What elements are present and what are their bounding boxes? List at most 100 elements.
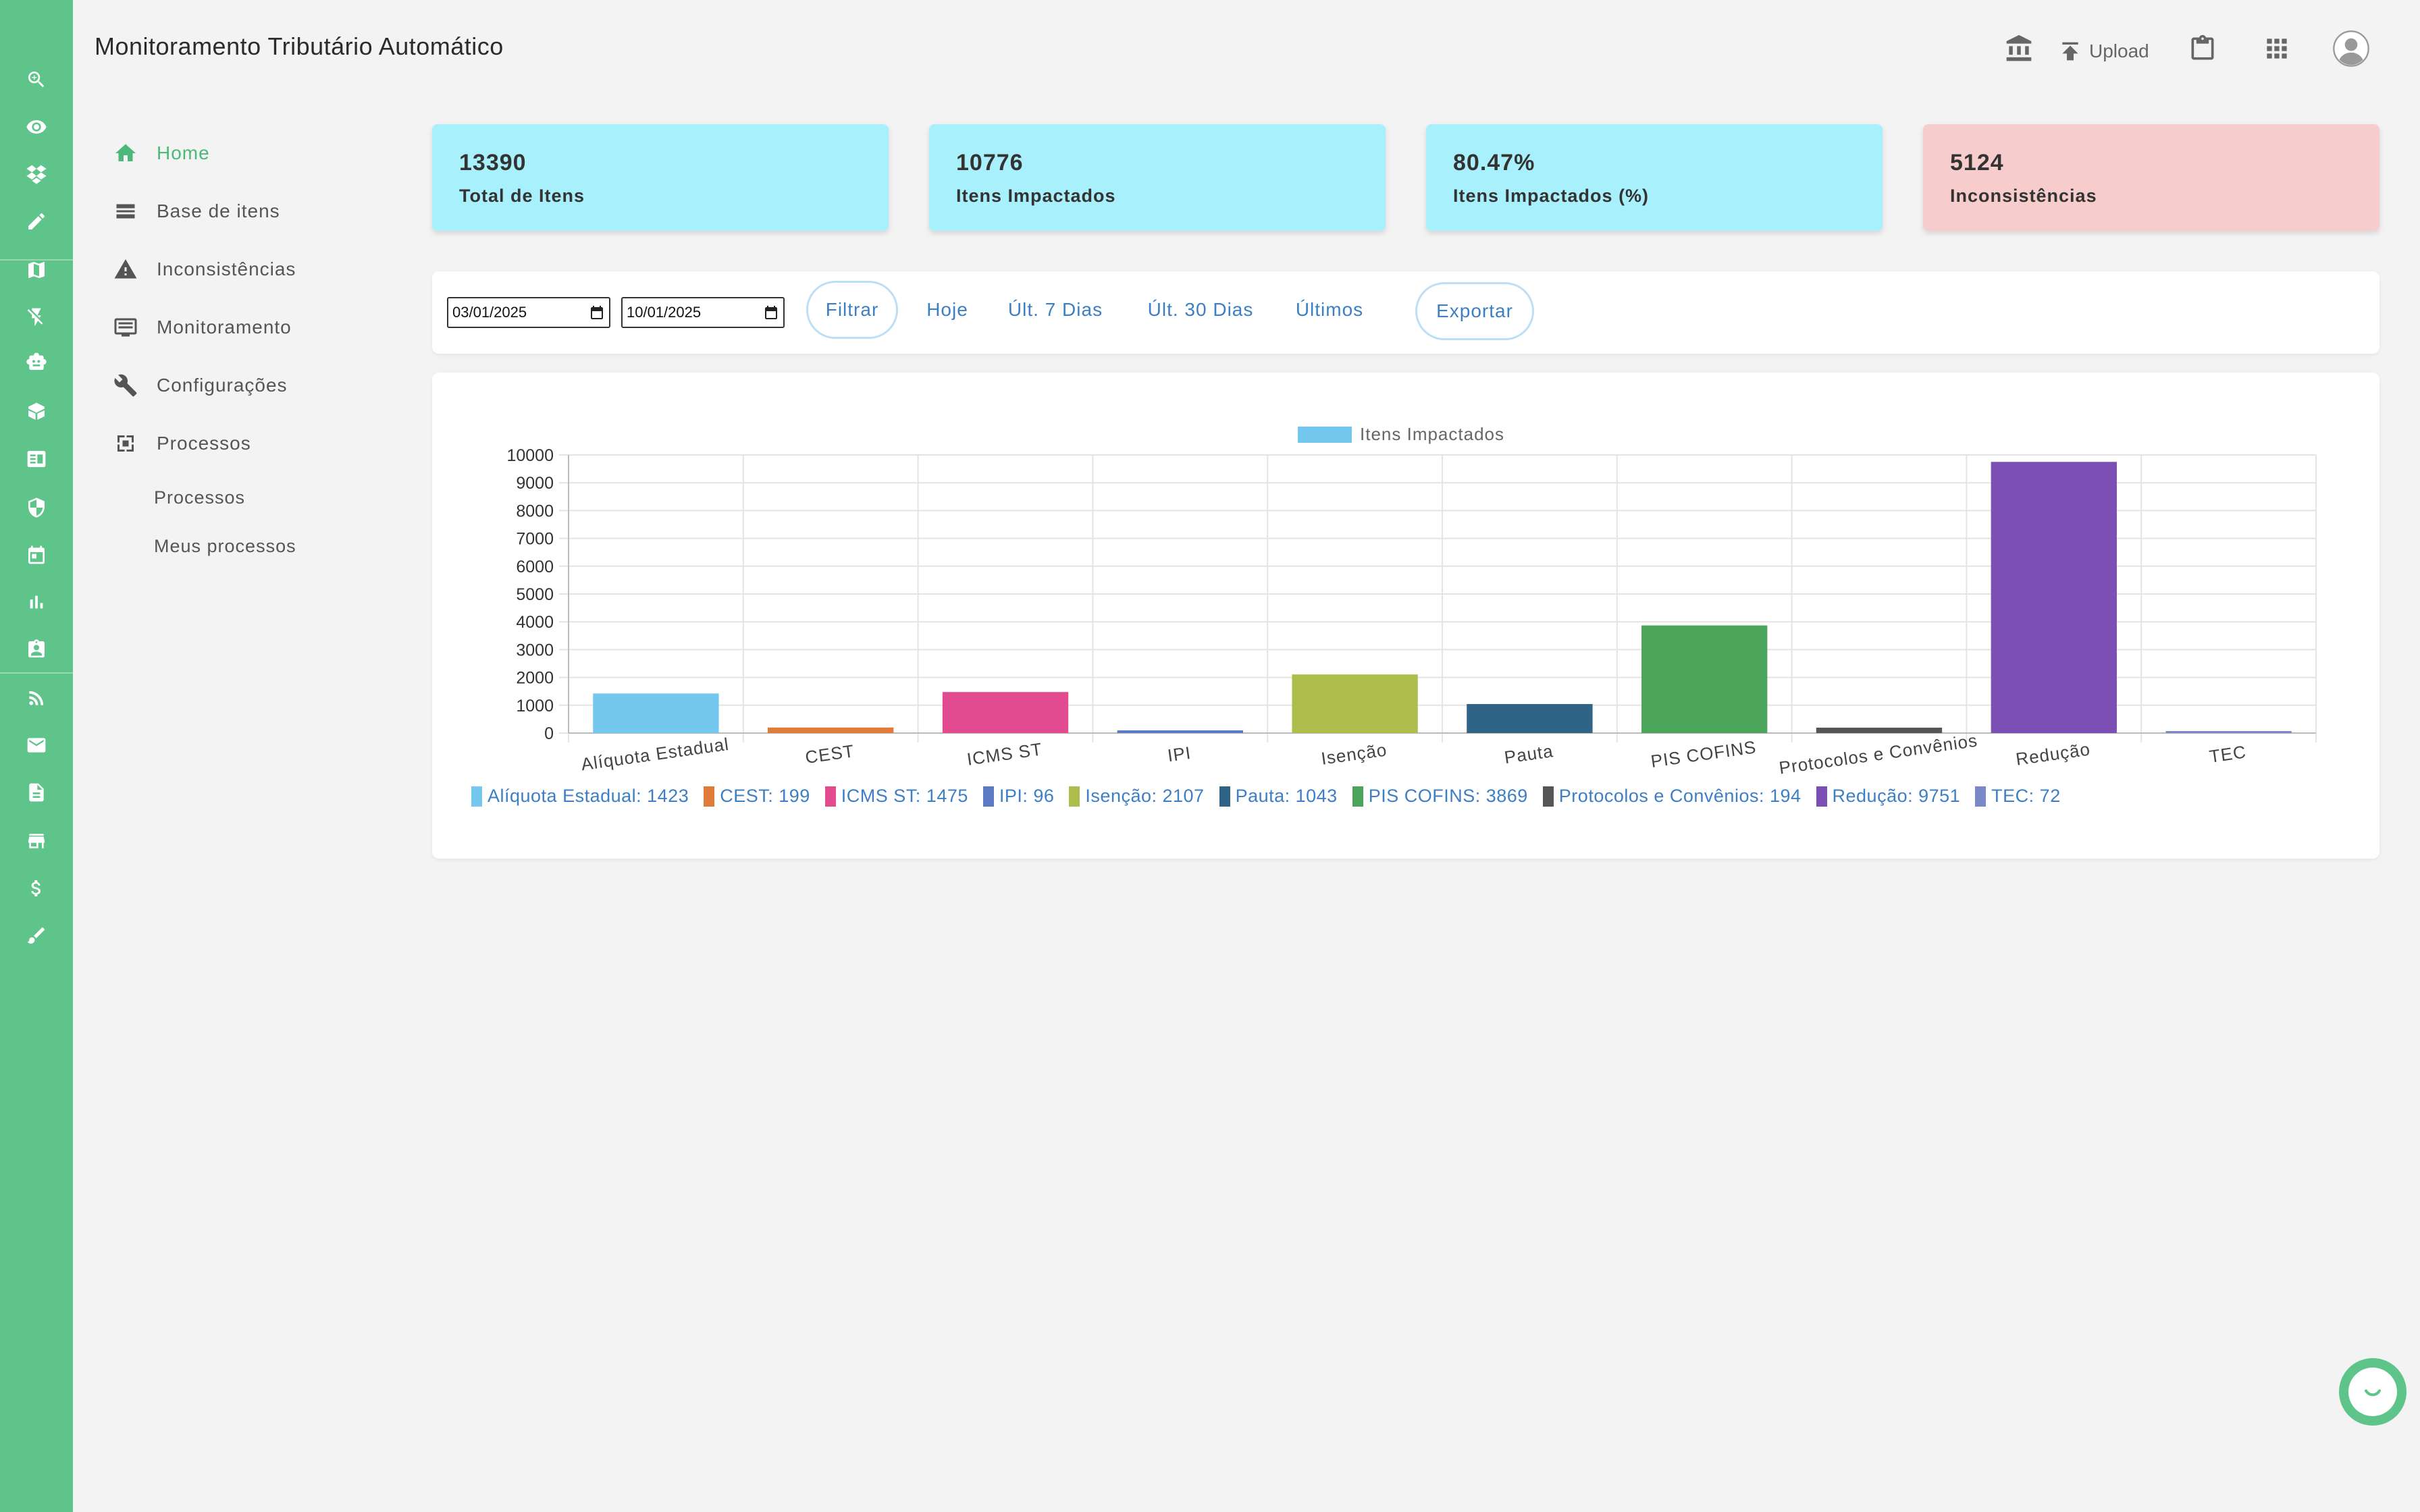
legend-swatch <box>1352 786 1363 807</box>
filter-bar: 03/01/2025 10/01/2025 Filtrar Hoje Últ. … <box>432 271 2379 354</box>
sidebar-item-inconsistencias[interactable]: Inconsistências <box>113 252 296 286</box>
shield-icon[interactable] <box>23 494 50 521</box>
last-button[interactable]: Últimos <box>1288 281 1371 339</box>
sidebar-subitem-meus-processos[interactable]: Meus processos <box>154 536 296 557</box>
icon-rail <box>0 0 73 1512</box>
card-label: Itens Impactados (%) <box>1453 186 1650 206</box>
card-label: Inconsistências <box>1950 186 2097 206</box>
y-tick-label: 1000 <box>516 697 554 716</box>
eye-icon[interactable] <box>23 113 50 140</box>
calendar-icon[interactable] <box>23 541 50 568</box>
badge-icon[interactable] <box>23 636 50 663</box>
dropbox-icon[interactable] <box>23 161 50 188</box>
end-date-value: 10/01/2025 <box>627 304 702 321</box>
rail-divider <box>0 259 73 261</box>
bank-icon[interactable] <box>2003 32 2035 65</box>
legend-text: Protocolos e Convênios: 194 <box>1558 786 1801 806</box>
rss-icon[interactable] <box>23 684 50 711</box>
upload-button[interactable]: Upload <box>2057 32 2149 70</box>
bottom-legend-item[interactable]: CEST: 199 <box>704 786 810 807</box>
bottom-legend-item[interactable]: Alíquota Estadual: 1423 <box>471 786 689 807</box>
bottom-legend-item[interactable]: TEC: 72 <box>1975 786 2061 807</box>
apps-grid-icon[interactable] <box>2261 32 2293 65</box>
last-7-days-button[interactable]: Últ. 7 Dias <box>1003 281 1107 339</box>
search-icon[interactable] <box>23 66 50 93</box>
bar-3 <box>1117 730 1243 733</box>
y-tick-label: 5000 <box>516 585 554 604</box>
dollar-icon[interactable] <box>23 875 50 902</box>
newspaper-icon[interactable] <box>23 446 50 473</box>
chart-legend-label: Itens Impactados <box>1360 424 1504 444</box>
bottom-legend-item[interactable]: IPI: 96 <box>982 786 1055 807</box>
sidebar-item-home[interactable]: Home <box>113 136 210 170</box>
user-avatar-icon[interactable] <box>2332 30 2370 68</box>
bottom-legend-item[interactable]: Isenção: 2107 <box>1069 786 1204 807</box>
legend-swatch <box>824 786 836 807</box>
store-icon[interactable] <box>23 828 50 855</box>
x-tick-label: Protocolos e Convênios <box>1778 730 1979 778</box>
bar-4 <box>1292 674 1418 733</box>
bottom-legend-item[interactable]: ICMS ST: 1475 <box>824 786 968 807</box>
y-tick-label: 4000 <box>516 613 554 632</box>
bottom-legend-item[interactable]: Redução: 9751 <box>1816 786 1961 807</box>
box-icon[interactable] <box>23 398 50 425</box>
mail-icon[interactable] <box>23 732 50 759</box>
y-tick-label: 2000 <box>516 669 554 688</box>
legend-text: Redução: 9751 <box>1832 786 1961 806</box>
x-tick-label: IPI <box>1166 742 1192 766</box>
legend-text: Alíquota Estadual: 1423 <box>488 786 689 806</box>
bottom-legend-item[interactable]: PIS COFINS: 3869 <box>1352 786 1528 807</box>
pencil-icon[interactable] <box>23 208 50 235</box>
robot-icon[interactable] <box>23 348 50 375</box>
start-date-input[interactable]: 03/01/2025 <box>447 297 610 328</box>
calendar-icon <box>765 306 777 319</box>
sidebar-item-base-de-itens[interactable]: Base de itens <box>113 194 280 228</box>
calendar-icon <box>591 306 603 319</box>
bottom-legend-item[interactable]: Pauta: 1043 <box>1219 786 1338 807</box>
legend-text: Pauta: 1043 <box>1235 786 1338 806</box>
impacted-percent-card: 80.47% Itens Impactados (%) <box>1426 124 1883 231</box>
bar-chart: Itens Impactados 0 1000 2000 3000 4000 5000 600… <box>506 424 2317 778</box>
map-icon[interactable] <box>23 256 50 284</box>
last-30-days-button[interactable]: Últ. 30 Dias <box>1142 281 1259 339</box>
sidebar-subitem-processos[interactable]: Processos <box>154 487 245 508</box>
upload-icon <box>2062 42 2078 61</box>
filter-button[interactable]: Filtrar <box>806 281 898 339</box>
y-tick-label: 3000 <box>516 641 554 659</box>
legend-text: ICMS ST: 1475 <box>841 786 968 806</box>
rail-divider <box>0 672 73 674</box>
today-button[interactable]: Hoje <box>916 281 979 339</box>
x-tick-label: Isenção <box>1320 739 1388 768</box>
brush-icon[interactable] <box>23 922 50 949</box>
chat-button[interactable] <box>2339 1358 2406 1426</box>
flash-off-icon[interactable] <box>23 304 50 331</box>
end-date-input[interactable]: 10/01/2025 <box>621 297 785 328</box>
legend-swatch <box>704 786 715 807</box>
export-button[interactable]: Exportar <box>1415 282 1534 340</box>
upload-label: Upload <box>2089 40 2149 61</box>
bar-0 <box>593 693 719 733</box>
card-value: 13390 <box>459 150 527 176</box>
process-icon <box>117 435 134 452</box>
app-title: Monitoramento Tributário Automático <box>95 32 504 60</box>
sidebar-item-monitoramento[interactable]: Monitoramento <box>113 310 292 344</box>
legend-swatch <box>1542 786 1554 807</box>
legend-swatch <box>1975 786 1987 807</box>
bottom-legend-item[interactable]: Protocolos e Convênios: 194 <box>1542 786 1801 807</box>
bar-9 <box>2165 731 2292 733</box>
sidebar-item-processos[interactable]: Processos <box>113 427 251 460</box>
legend-text: Isenção: 2107 <box>1085 786 1205 806</box>
bar-1 <box>768 727 894 733</box>
total-items-card: 13390 Total de Itens <box>432 124 889 231</box>
x-tick-label: PIS COFINS <box>1650 736 1758 772</box>
bar-chart-icon[interactable] <box>23 589 50 616</box>
sidebar-item-configuracoes[interactable]: Configurações <box>113 369 288 402</box>
y-tick-label: 10000 <box>506 446 554 465</box>
card-value: 10776 <box>956 150 1024 176</box>
legend-text: IPI: 96 <box>999 786 1055 806</box>
start-date-value: 03/01/2025 <box>452 304 527 321</box>
chat-icon <box>2365 1389 2381 1397</box>
legend-text: PIS COFINS: 3869 <box>1368 786 1528 806</box>
clipboard-icon[interactable] <box>2186 32 2219 65</box>
document-icon[interactable] <box>23 779 50 806</box>
